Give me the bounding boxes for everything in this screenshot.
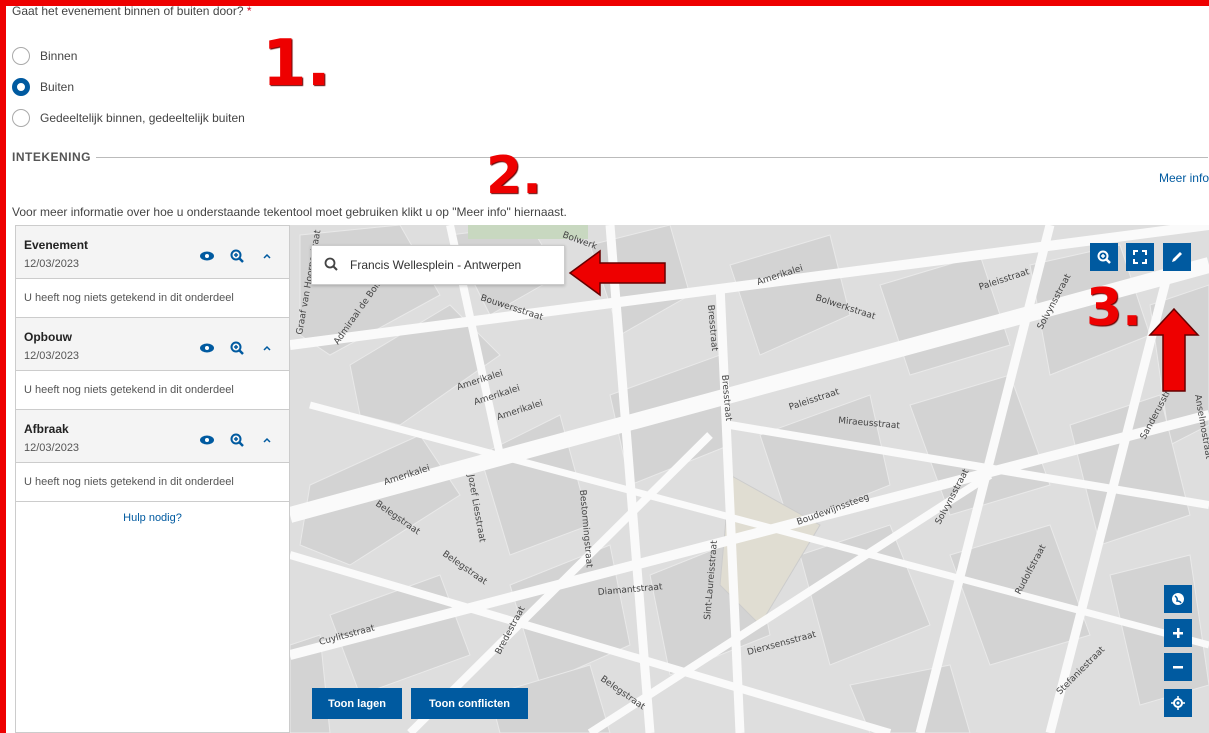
edit-pencil-icon	[1172, 252, 1182, 262]
radio-button[interactable]	[12, 109, 30, 127]
eye-icon[interactable]	[199, 432, 215, 448]
section-divider	[96, 157, 1208, 158]
group-header-opbouw[interactable]: Opbouw 12/03/2023	[16, 318, 289, 371]
annotation-arrow-up	[1148, 307, 1200, 392]
radio-option-binnen[interactable]: Binnen	[12, 47, 77, 65]
group-date: 12/03/2023	[24, 442, 80, 454]
meer-info-link[interactable]: Meer info	[1159, 171, 1209, 185]
group-header-evenement[interactable]: Evenement 12/03/2023	[16, 226, 289, 279]
zoom-in-icon[interactable]	[229, 432, 245, 448]
search-value: Francis Wellesplein - Antwerpen	[350, 258, 522, 272]
group-date: 12/03/2023	[24, 258, 80, 270]
annotation-number-1: 1.	[262, 27, 331, 101]
group-title: Opbouw	[24, 330, 72, 344]
drawing-groups-panel: Evenement 12/03/2023 U heeft nog niets g…	[15, 225, 290, 733]
toon-lagen-button[interactable]: Toon lagen	[312, 688, 402, 719]
chevron-up-icon[interactable]	[259, 248, 275, 264]
search-icon	[324, 257, 338, 274]
zoom-in-icon[interactable]	[229, 248, 245, 264]
locate-icon	[1171, 696, 1185, 710]
red-frame-left	[0, 0, 6, 733]
chevron-up-icon[interactable]	[259, 432, 275, 448]
eye-icon[interactable]	[199, 340, 215, 356]
group-empty-text: U heeft nog niets getekend in dit onderd…	[16, 463, 289, 502]
radio-label: Buiten	[40, 80, 75, 94]
group-title: Evenement	[24, 238, 89, 252]
map-fullscreen-button[interactable]	[1126, 243, 1154, 271]
radio-option-gedeeltelijk[interactable]: Gedeeltelijk binnen, gedeeltelijk buiten	[12, 109, 245, 127]
map-locate-button[interactable]	[1164, 689, 1192, 717]
map-draw-button[interactable]	[1163, 243, 1191, 271]
plus-icon	[1173, 628, 1183, 638]
annotation-arrow-left	[568, 249, 666, 297]
minus-icon	[1173, 666, 1183, 669]
map-zoom-button[interactable]	[1090, 243, 1118, 271]
map-tiles: Amerikalei Bolwerkstraat Paleisstraat So…	[290, 225, 1209, 733]
radio-button-selected[interactable]	[12, 78, 30, 96]
toon-conflicten-button[interactable]: Toon conflicten	[411, 688, 528, 719]
annotation-number-2: 2.	[486, 146, 542, 206]
map-search-field[interactable]: Francis Wellesplein - Antwerpen	[311, 245, 565, 285]
group-title: Afbraak	[24, 422, 69, 436]
radio-label: Gedeeltelijk binnen, gedeeltelijk buiten	[40, 111, 245, 125]
info-text: Voor meer informatie over hoe u ondersta…	[12, 205, 567, 219]
zoom-in-icon[interactable]	[229, 340, 245, 356]
radio-button[interactable]	[12, 47, 30, 65]
group-date: 12/03/2023	[24, 350, 80, 362]
annotation-number-3: 3.	[1086, 278, 1142, 338]
globe-icon	[1172, 593, 1184, 605]
chevron-up-icon[interactable]	[259, 340, 275, 356]
group-empty-text: U heeft nog niets getekend in dit onderd…	[16, 279, 289, 318]
map-zoom-in-button[interactable]	[1164, 619, 1192, 647]
radio-option-buiten[interactable]: Buiten	[12, 78, 74, 96]
radio-label: Binnen	[40, 49, 78, 63]
eye-icon[interactable]	[199, 248, 215, 264]
map-layers-button[interactable]	[1164, 585, 1192, 613]
help-link[interactable]: Hulp nodig?	[16, 512, 289, 524]
map-zoom-out-button[interactable]	[1164, 653, 1192, 681]
fullscreen-icon	[1133, 250, 1147, 264]
group-header-afbraak[interactable]: Afbraak 12/03/2023	[16, 410, 289, 463]
zoom-in-icon	[1097, 250, 1111, 264]
question-label: Gaat het evenement binnen of buiten door…	[12, 4, 252, 18]
group-empty-text: U heeft nog niets getekend in dit onderd…	[16, 371, 289, 410]
map-canvas[interactable]: Amerikalei Bolwerkstraat Paleisstraat So…	[290, 225, 1209, 733]
section-title: INTEKENING	[12, 150, 92, 164]
